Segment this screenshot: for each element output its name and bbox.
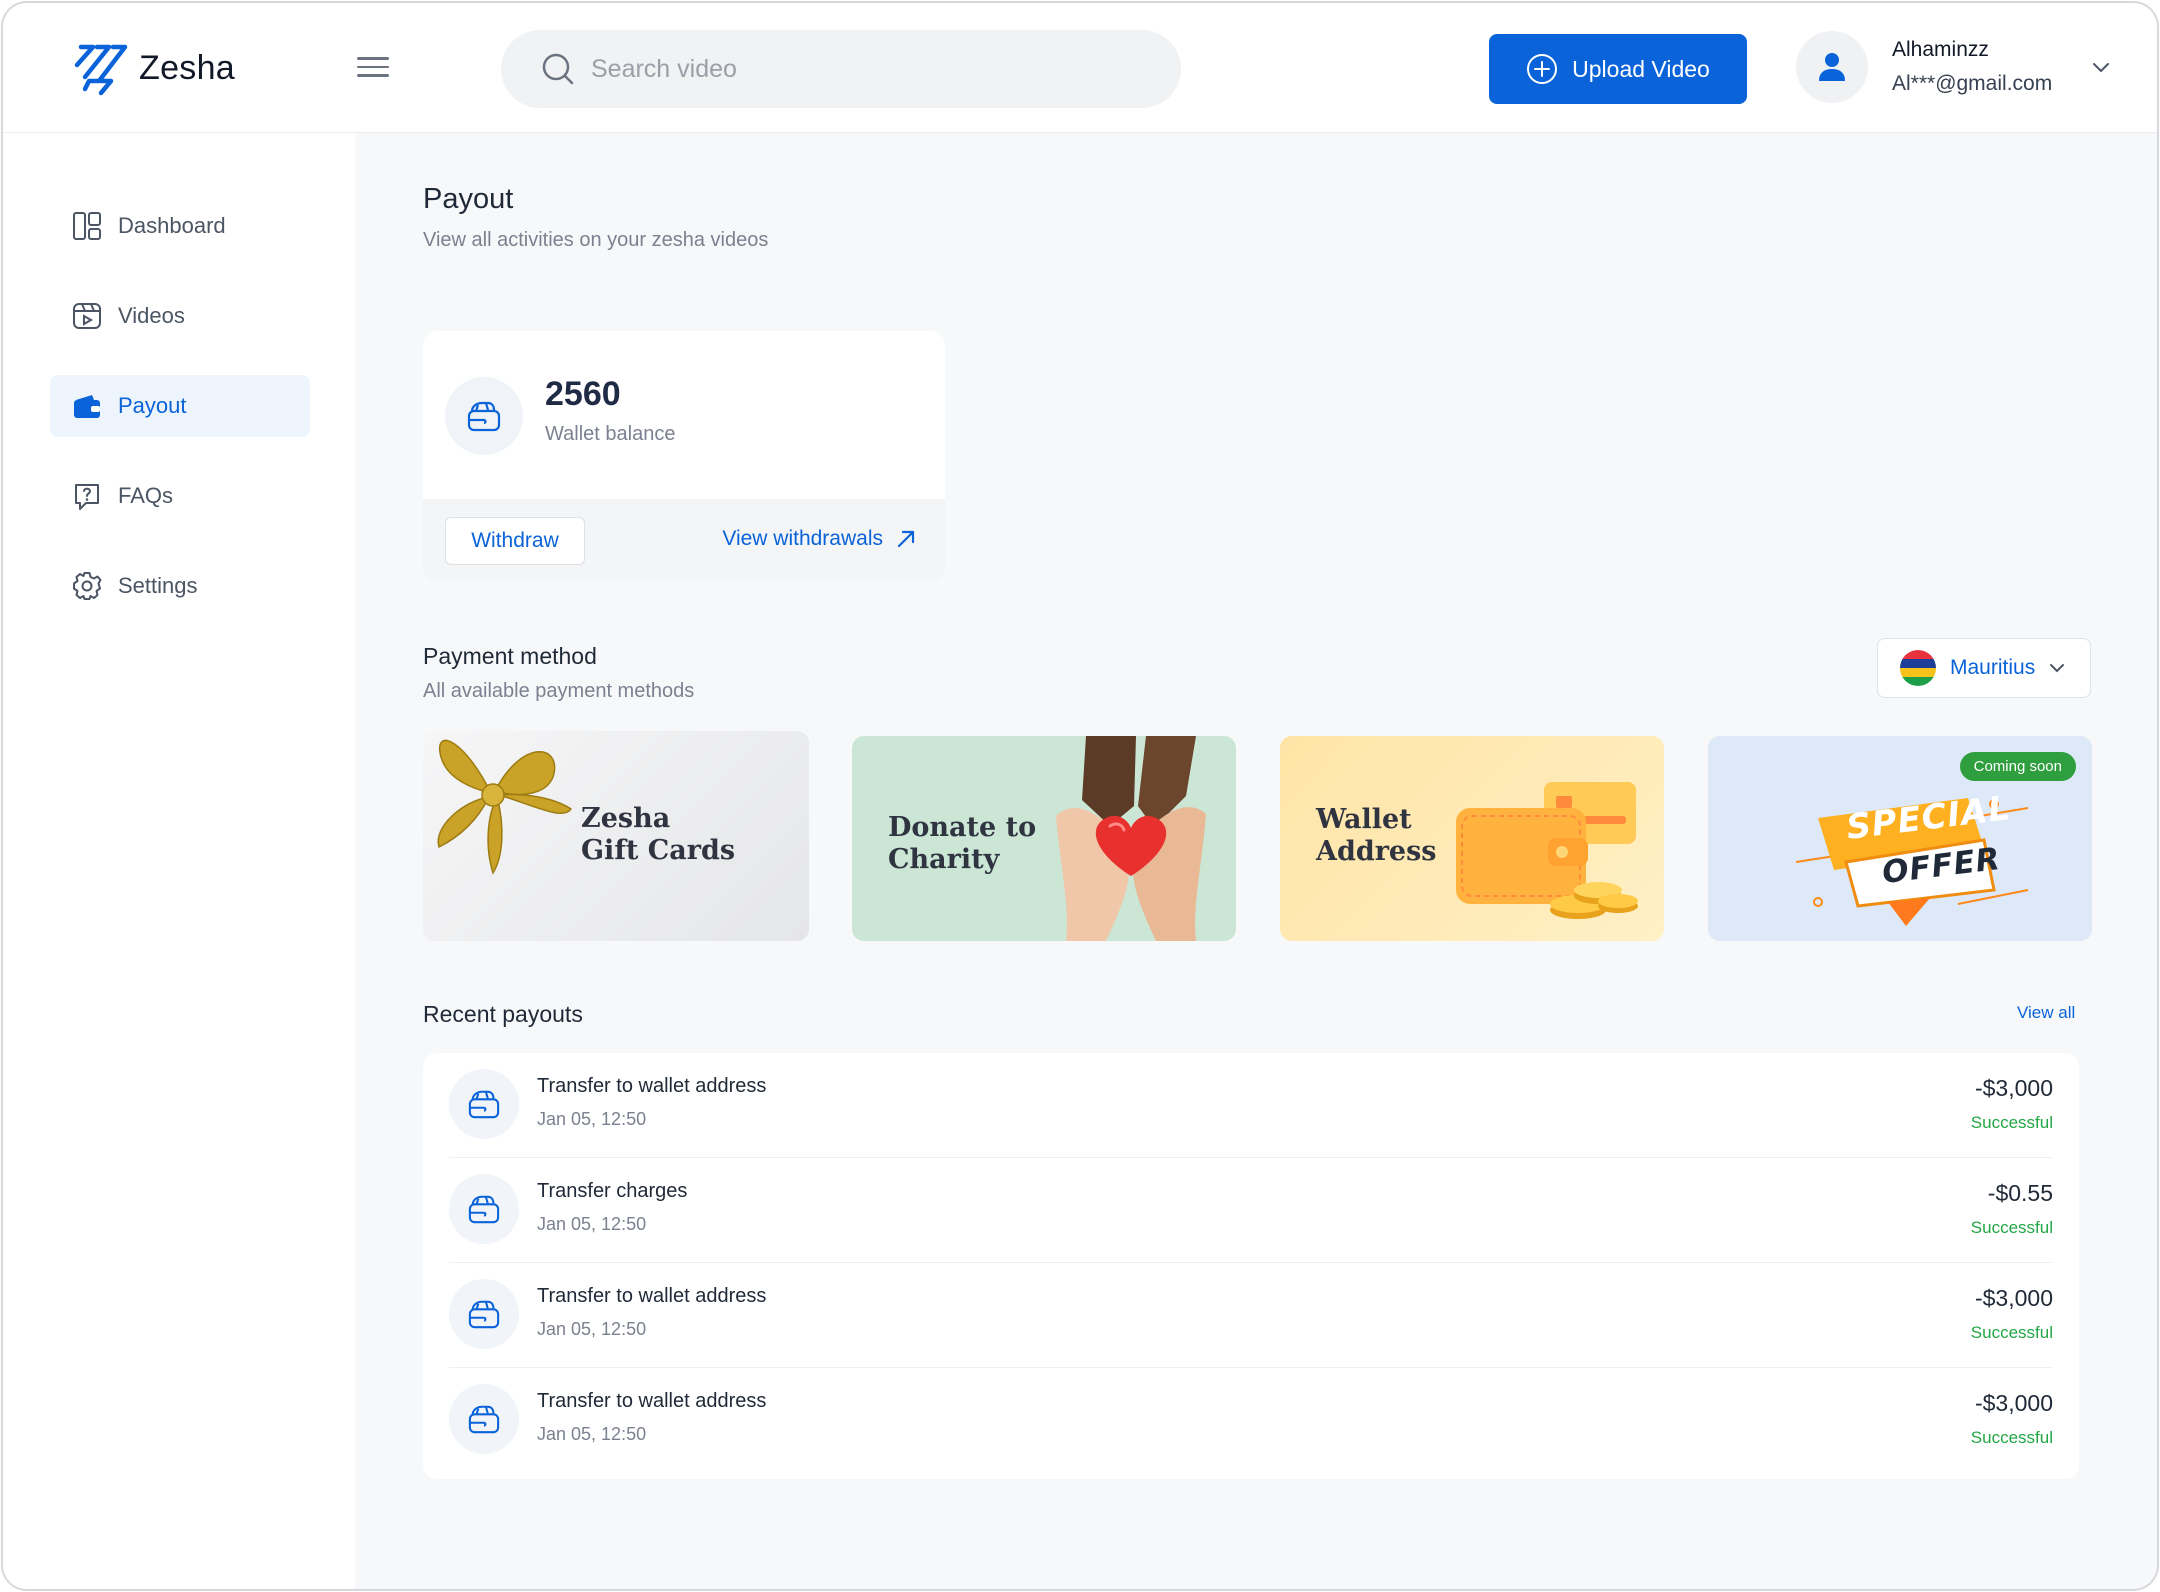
sidebar-item-faqs[interactable]: FAQs (50, 465, 310, 527)
search-input[interactable] (591, 54, 1111, 84)
wallet-icon (74, 395, 100, 418)
country-select[interactable]: Mauritius (1877, 638, 2091, 698)
sidebar-item-label: Videos (118, 303, 185, 328)
page-subtitle: View all activities on your zesha videos (423, 229, 769, 251)
dashboard-icon (73, 212, 101, 240)
search-bar[interactable] (501, 30, 1181, 108)
list-item[interactable]: Transfer charges Jan 05, 12:50 -$0.55 Su… (449, 1158, 2053, 1263)
plus-circle-icon (1527, 54, 1558, 84)
payout-status: Successful (1970, 1428, 2053, 1447)
list-item[interactable]: Transfer to wallet address Jan 05, 12:50… (449, 1368, 2053, 1473)
app-window: Zesha Upload Video (1, 1, 2159, 1591)
user-name: Alhaminzz (1892, 38, 1989, 61)
top-header: Zesha Upload Video (3, 3, 2157, 133)
payout-amount: -$3,000 (1974, 1285, 2053, 1311)
upload-video-label: Upload Video (1572, 55, 1710, 82)
wallet-icon (445, 377, 523, 455)
wallet-balance-card: 2560 Wallet balance Withdraw View withdr… (423, 331, 945, 581)
payout-name: Transfer to wallet address (537, 1390, 767, 1412)
list-item[interactable]: Transfer to wallet address Jan 05, 12:50… (449, 1263, 2053, 1368)
search-icon (542, 53, 574, 85)
wallet-icon (449, 1279, 519, 1349)
user-info: Alhaminzz Al***@gmail.com (1892, 38, 2052, 96)
payout-status: Successful (1970, 1323, 2053, 1342)
gift-cards-label: Zesha Gift Cards (581, 803, 736, 866)
upload-video-button[interactable]: Upload Video (1489, 34, 1747, 104)
payment-method-title: Payment method (423, 643, 597, 669)
payout-date: Jan 05, 12:50 (537, 1319, 647, 1339)
wallet-balance-label: Wallet balance (545, 423, 676, 445)
user-menu[interactable]: Alhaminzz Al***@gmail.com (1796, 31, 2110, 103)
recent-payouts-title: Recent payouts (423, 1001, 583, 1027)
payout-date: Jan 05, 12:50 (537, 1424, 647, 1444)
question-icon (75, 484, 99, 510)
wallet-balance-amount: 2560 (545, 375, 621, 413)
sidebar-item-videos[interactable]: Videos (50, 285, 310, 347)
sidebar: Dashboard Videos Payout FAQs Settings (3, 133, 355, 1589)
payout-name: Transfer to wallet address (537, 1285, 767, 1307)
payout-status: Successful (1970, 1218, 2053, 1237)
payment-method-subtitle: All available payment methods (423, 680, 695, 702)
gear-icon (73, 572, 102, 600)
wallet-coins-icon (1456, 782, 1638, 919)
donate-charity-label: Donate to Charity (888, 812, 1037, 875)
zesha-logo-icon (74, 44, 128, 96)
donate-charity-option[interactable]: Donate to Charity (852, 736, 1236, 941)
wallet-icon (449, 1174, 519, 1244)
withdraw-button[interactable]: Withdraw (445, 517, 585, 565)
avatar (1796, 31, 1868, 103)
user-icon (1819, 53, 1845, 81)
mauritius-flag-icon (1900, 650, 1936, 686)
wallet-icon (449, 1069, 519, 1139)
main-content: Payout View all activities on your zesha… (355, 133, 2157, 1589)
chevron-down-icon[interactable] (2092, 62, 2110, 74)
special-offer-option[interactable]: Coming soon SPECIAL OFFER (1708, 736, 2092, 941)
sidebar-item-payout[interactable]: Payout (50, 375, 310, 437)
gold-bow-icon (437, 739, 573, 875)
brand-name: Zesha (139, 48, 235, 87)
sidebar-item-label: Payout (118, 393, 187, 418)
wallet-address-label: Wallet Address (1316, 804, 1437, 867)
payout-name: Transfer charges (537, 1180, 688, 1202)
hands-heart-icon (1056, 736, 1206, 941)
payout-date: Jan 05, 12:50 (537, 1109, 647, 1129)
chevron-down-icon (2050, 664, 2065, 673)
sidebar-item-label: FAQs (118, 483, 174, 508)
payout-amount: -$3,000 (1974, 1390, 2053, 1416)
sidebar-item-label: Settings (118, 573, 198, 598)
user-email: Al***@gmail.com (1892, 72, 2053, 95)
recent-payouts-list: Transfer to wallet address Jan 05, 12:50… (423, 1053, 2079, 1479)
sidebar-item-settings[interactable]: Settings (50, 555, 310, 617)
sidebar-item-label: Dashboard (118, 213, 226, 238)
brand-logo[interactable]: Zesha (71, 39, 235, 97)
payout-amount: -$3,000 (1974, 1075, 2053, 1101)
coming-soon-badge: Coming soon (1959, 752, 2076, 781)
video-icon (73, 303, 101, 329)
view-all-link[interactable]: View all (2017, 1003, 2075, 1023)
payout-name: Transfer to wallet address (537, 1075, 767, 1097)
view-withdrawals-label: View withdrawals (722, 527, 883, 550)
payout-amount: -$0.55 (1987, 1180, 2053, 1206)
hamburger-menu-icon[interactable] (357, 57, 389, 81)
list-item[interactable]: Transfer to wallet address Jan 05, 12:50… (449, 1053, 2053, 1158)
gift-cards-option[interactable]: Zesha Gift Cards (423, 731, 809, 941)
sidebar-item-dashboard[interactable]: Dashboard (50, 195, 310, 257)
payout-status: Successful (1970, 1113, 2053, 1132)
arrow-up-right-icon (897, 530, 915, 548)
country-select-value: Mauritius (1950, 656, 2036, 679)
view-withdrawals-link[interactable]: View withdrawals (722, 527, 917, 551)
page-title: Payout (423, 183, 514, 215)
payout-date: Jan 05, 12:50 (537, 1214, 647, 1234)
wallet-icon (449, 1384, 519, 1454)
wallet-address-option[interactable]: Wallet Address (1280, 736, 1664, 941)
